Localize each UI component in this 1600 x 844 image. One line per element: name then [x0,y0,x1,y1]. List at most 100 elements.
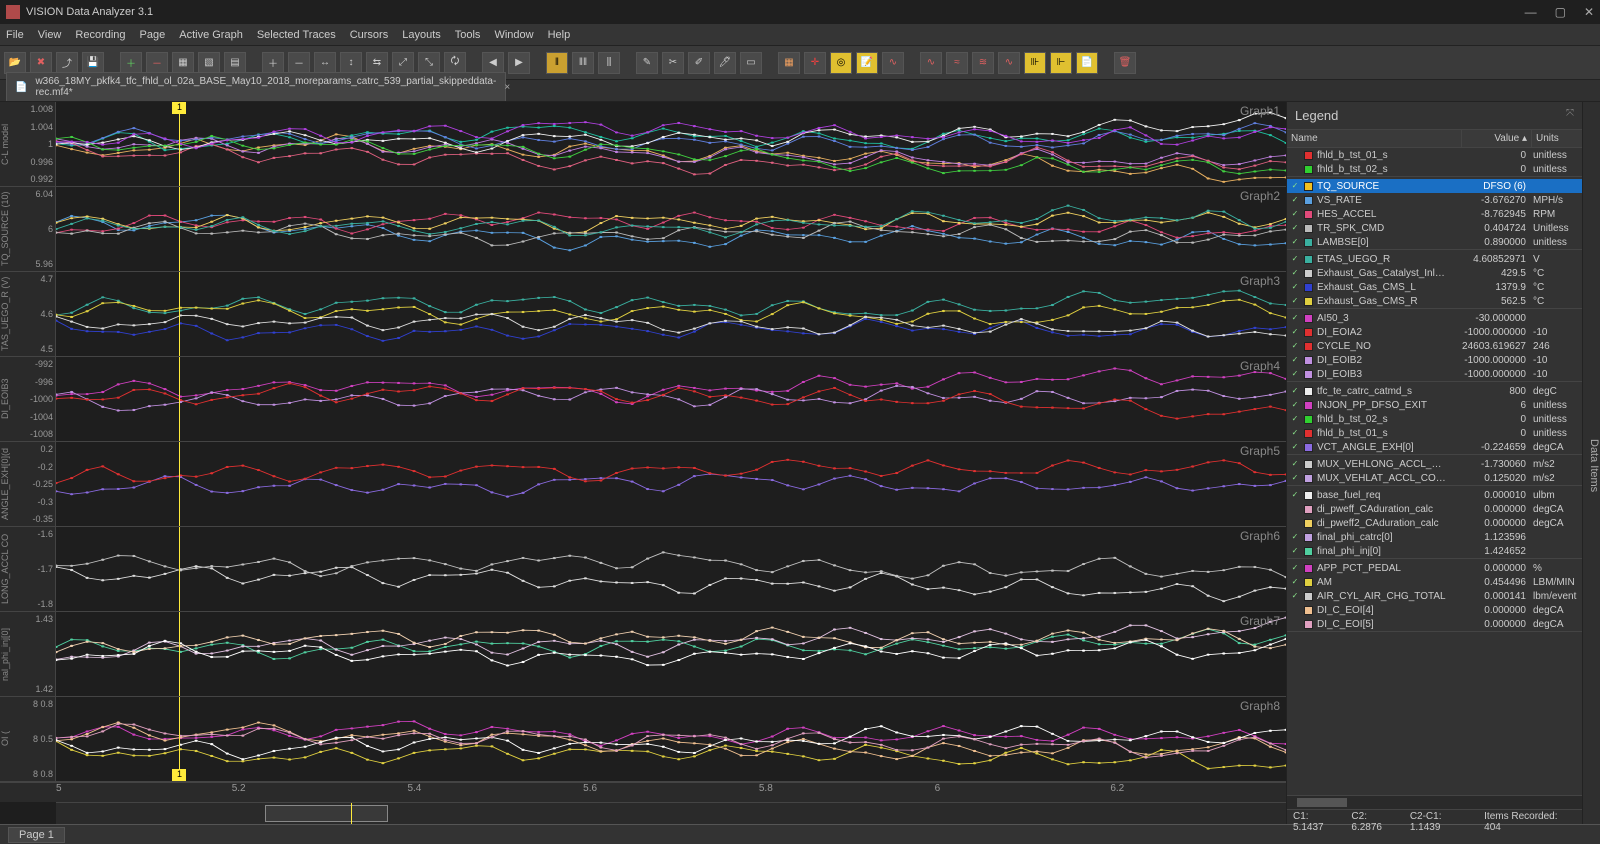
legend-col-units[interactable]: Units [1532,130,1582,147]
cursor-flag-top[interactable]: 1 [172,102,186,114]
legend-row[interactable]: ✓final_phi_inj[0]1.424652 [1287,544,1582,558]
legend-checkbox[interactable]: ✓ [1290,341,1300,351]
toolbar-btn-brush[interactable]: 🖊 [714,52,736,74]
legend-checkbox[interactable]: ✓ [1290,195,1300,205]
toolbar-btn-zoom-in[interactable]: ＋ [262,52,284,74]
graph-8[interactable]: OI (8 0.88 0.58 0.8Graph81 [0,697,1286,782]
cursor-line[interactable] [179,442,180,526]
graph-2[interactable]: TQ_SOURCE (10)6.0465.96Graph2 [0,187,1286,272]
cursor-line[interactable] [179,357,180,441]
toolbar-btn-region[interactable]: ▭ [740,52,762,74]
toolbar-btn-refresh[interactable]: 🗘 [444,52,466,74]
legend-row[interactable]: di_pweff2_CAduration_calc0.000000degCA [1287,516,1582,530]
legend-row[interactable]: ✓Exhaust_Gas_CMS_L1379.9°C [1287,280,1582,294]
legend-col-name[interactable]: Name [1287,130,1462,147]
legend-checkbox[interactable] [1290,164,1300,174]
toolbar-btn-zoom-x[interactable]: ↔ [314,52,336,74]
toolbar-btn-autoscale[interactable]: ⤡ [418,52,440,74]
toolbar-btn-save[interactable]: 💾 [82,52,104,74]
toolbar-btn-export[interactable]: ⤴ [56,52,78,74]
legend-checkbox[interactable]: ✓ [1290,223,1300,233]
legend-checkbox[interactable] [1290,150,1300,160]
legend-checkbox[interactable]: ✓ [1290,237,1300,247]
toolbar-btn-edit[interactable]: ✎ [636,52,658,74]
toolbar-btn-candle2[interactable]: ⊩ [1050,52,1072,74]
legend-checkbox[interactable]: ✓ [1290,327,1300,337]
legend-row[interactable]: DI_C_EOI[5]0.000000degCA [1287,617,1582,631]
cursor-line[interactable] [179,612,180,696]
toolbar-btn-scroll[interactable]: ⇆ [366,52,388,74]
toolbar-btn-delete2[interactable]: 🗑 [1114,52,1136,74]
graph-5[interactable]: ANGLE_EXH[0](d0.2-0.2-0.25-0.3-0.35Graph… [0,442,1286,527]
legend-checkbox[interactable]: ✓ [1290,442,1300,452]
minimize-button[interactable]: — [1525,5,1537,19]
toolbar-btn-play-fwd[interactable]: ▶ [508,52,530,74]
legend-checkbox[interactable] [1290,504,1300,514]
menu-file[interactable]: File [6,29,24,41]
legend-row[interactable]: ✓APP_PCT_PEDAL0.000000% [1287,561,1582,575]
legend-row[interactable]: ✓fhld_b_tst_02_s0unitless [1287,412,1582,426]
menu-selected-traces[interactable]: Selected Traces [257,29,336,41]
cursor-line[interactable] [179,272,180,356]
toolbar-btn-open[interactable]: 📂 [4,52,26,74]
legend-checkbox[interactable]: ✓ [1290,591,1300,601]
toolbar-btn-zoom-y[interactable]: ↕ [340,52,362,74]
legend-checkbox[interactable]: ✓ [1290,181,1300,191]
toolbar-btn-zoom-out[interactable]: － [288,52,310,74]
graph-7[interactable]: nal_phi_inj[0]1.431.42Graph7 [0,612,1286,697]
cursor-flag-bottom[interactable]: 1 [172,769,186,781]
legend-checkbox[interactable]: ✓ [1290,296,1300,306]
legend-row[interactable]: ✓INJON_PP_DFSO_EXIT6unitless [1287,398,1582,412]
toolbar-btn-target[interactable]: ◎ [830,52,852,74]
legend-checkbox[interactable]: ✓ [1290,268,1300,278]
graph-6[interactable]: LONG_ACCL CO-1.6-1.7-1.8Graph6 [0,527,1286,612]
legend-row[interactable]: ✓HES_ACCEL-8.762945RPM [1287,207,1582,221]
menu-view[interactable]: View [38,29,62,41]
toolbar-btn-wave1[interactable]: ∿ [882,52,904,74]
toolbar-btn-crosshair[interactable]: ✛ [804,52,826,74]
legend-checkbox[interactable]: ✓ [1290,577,1300,587]
toolbar-btn-wave4[interactable]: ≋ [972,52,994,74]
legend-row[interactable]: ✓CYCLE_NO24603.619627246 [1287,339,1582,353]
toolbar-btn-remove[interactable]: － [146,52,168,74]
toolbar-btn-wave3[interactable]: ≈ [946,52,968,74]
legend-row[interactable]: ✓AM0.454496LBM/MIN [1287,575,1582,589]
legend-checkbox[interactable]: ✓ [1290,369,1300,379]
legend-checkbox[interactable] [1290,619,1300,629]
toolbar-btn-annotate[interactable]: ✐ [688,52,710,74]
toolbar-btn-doc[interactable]: 📄 [1076,52,1098,74]
legend-hscrollbar[interactable] [1287,795,1582,809]
legend-checkbox[interactable]: ✓ [1290,532,1300,542]
legend-row[interactable]: ✓DI_EOIB2-1000.000000-10 [1287,353,1582,367]
legend-checkbox[interactable]: ✓ [1290,209,1300,219]
toolbar-btn-grid[interactable]: ▦ [778,52,800,74]
legend-row[interactable]: ✓DI_EOIA2-1000.000000-10 [1287,325,1582,339]
legend-checkbox[interactable] [1290,605,1300,615]
cursor-line[interactable] [179,102,180,186]
legend-row[interactable]: DI_C_EOI[4]0.000000degCA [1287,603,1582,617]
legend-row[interactable]: ✓MUX_VEHLAT_ACCL_COMP0.125020m/s2 [1287,471,1582,485]
menu-help[interactable]: Help [548,29,571,41]
legend-row[interactable]: fhld_b_tst_02_s0unitless [1287,162,1582,176]
legend-checkbox[interactable]: ✓ [1290,563,1300,573]
legend-checkbox[interactable]: ✓ [1290,473,1300,483]
cursor-line[interactable] [179,187,180,271]
close-button[interactable]: ✕ [1584,5,1594,19]
legend-row[interactable]: ✓TR_SPK_CMD0.404724Unitless [1287,221,1582,235]
graph-area[interactable]: 1 C-L model1.0081.00410.9960.992Graph1TQ… [0,102,1286,824]
legend-checkbox[interactable]: ✓ [1290,254,1300,264]
legend-checkbox[interactable]: ✓ [1290,490,1300,500]
legend-row[interactable]: ✓TQ_SOURCEDFSO (6) [1287,179,1582,193]
toolbar-btn-histogram[interactable]: ⫼ [598,52,620,74]
tab-close-button[interactable]: × [504,82,510,93]
legend-checkbox[interactable]: ✓ [1290,428,1300,438]
toolbar-btn-candle[interactable]: ⊪ [1024,52,1046,74]
menu-recording[interactable]: Recording [75,29,125,41]
legend-row[interactable]: ✓fhld_b_tst_01_s0unitless [1287,426,1582,440]
toolbar-btn-cursor-pair[interactable]: ‖‖ [572,52,594,74]
legend-checkbox[interactable]: ✓ [1290,355,1300,365]
legend-row[interactable]: ✓VS_RATE-3.676270MPH/s [1287,193,1582,207]
graph-3[interactable]: TAS_UEGO_R (V)4.74.64.5Graph3 [0,272,1286,357]
menu-cursors[interactable]: Cursors [350,29,389,41]
toolbar-btn-play-rev[interactable]: ◀ [482,52,504,74]
